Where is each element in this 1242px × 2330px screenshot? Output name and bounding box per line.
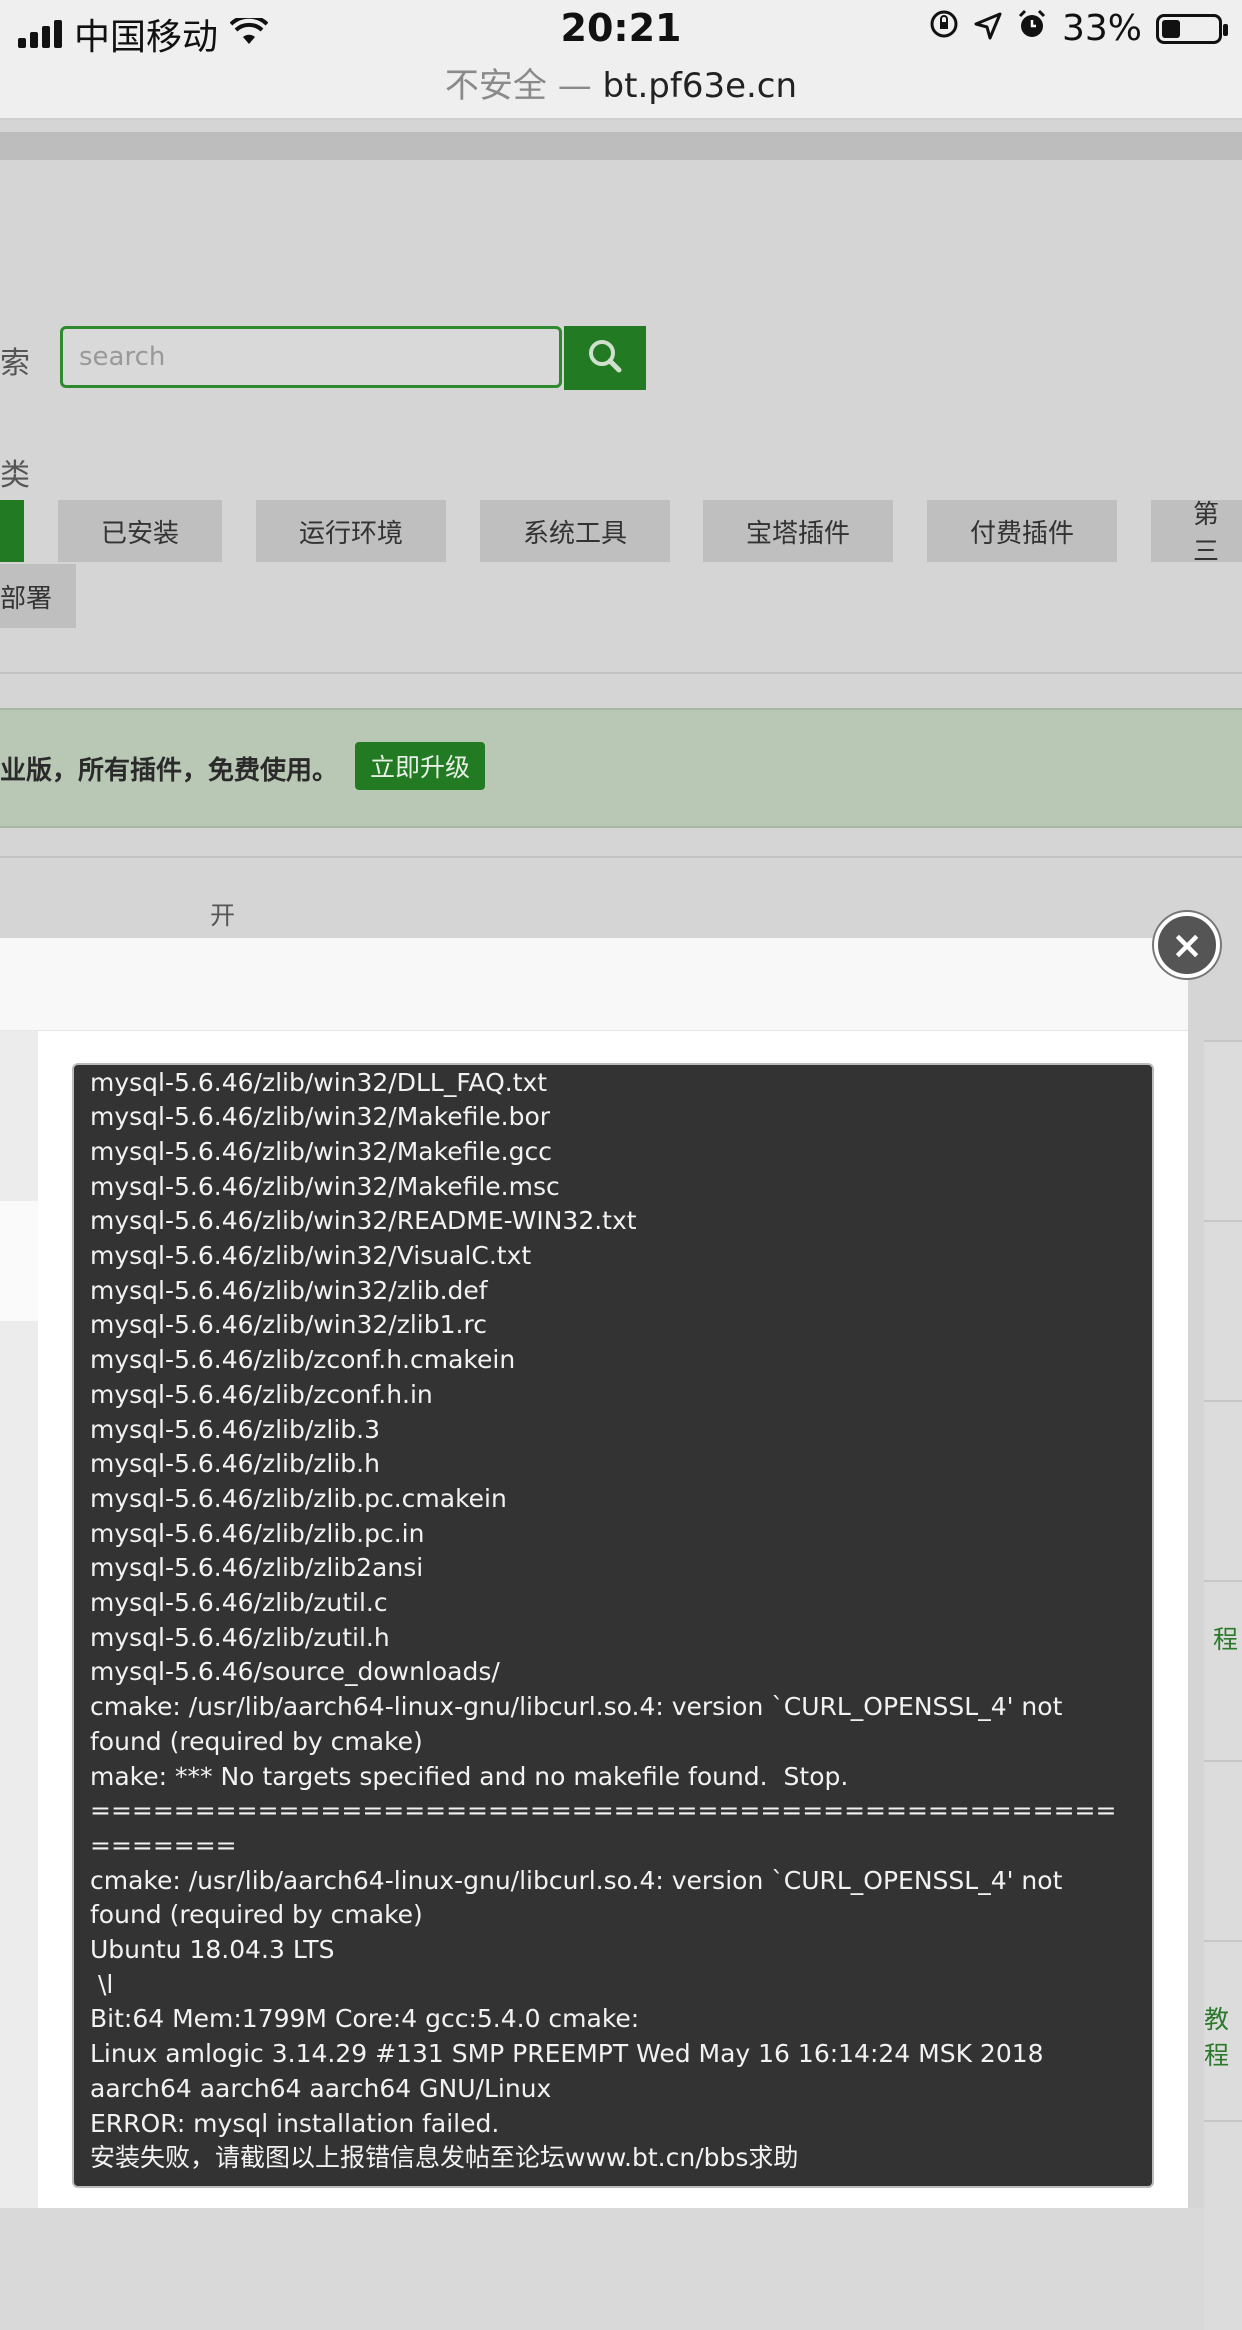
log-line: Ubuntu 18.04.3 LTS xyxy=(90,1935,335,1965)
log-content: mysql-5.6.46/zlib/watcom/watcom_f.makmys… xyxy=(90,1065,1122,2176)
log-line: ========================================… xyxy=(90,1796,1117,1860)
log-line: mysql-5.6.46/zlib/win32/Makefile.bor xyxy=(90,1102,551,1132)
upgrade-banner: 业版，所有插件，免费使用。 立即升级 xyxy=(0,708,1242,828)
log-line: ERROR: mysql installation failed. xyxy=(90,2108,500,2138)
category-tab-installed[interactable]: 已安装 xyxy=(58,500,222,562)
background-table-edge: 程 教程 xyxy=(1204,1040,1242,2330)
url-domain: bt.pf63e.cn xyxy=(602,66,798,106)
log-line: mysql-5.6.46/zlib/zconf.h.in xyxy=(90,1379,433,1409)
category-tab-bt-plugins[interactable]: 宝塔插件 xyxy=(703,500,893,562)
row-divider xyxy=(1204,1940,1242,1942)
log-line: mysql-5.6.46/zlib/zutil.h xyxy=(90,1622,390,1652)
row-link[interactable]: 教程 xyxy=(1204,2000,1238,2072)
search-lead-label: 索 xyxy=(0,346,30,381)
category-tab-system-tools[interactable]: 系统工具 xyxy=(480,500,670,562)
row-divider xyxy=(1204,2120,1242,2122)
url-separator: — xyxy=(557,66,592,106)
log-line: mysql-5.6.46/zlib/zlib.pc.in xyxy=(90,1518,425,1548)
category-tab-paid-plugins[interactable]: 付费插件 xyxy=(927,500,1117,562)
log-line: mysql-5.6.46/zlib/zlib.h xyxy=(90,1449,380,1479)
category-tab-runtime[interactable]: 运行环境 xyxy=(256,500,446,562)
log-line: mysql-5.6.46/zlib/win32/README-WIN32.txt xyxy=(90,1206,637,1236)
log-line: 安装失败，请截图以上报错信息发帖至论坛www.bt.cn/bbs求助 xyxy=(90,2143,799,2173)
row-divider xyxy=(1204,1220,1242,1222)
battery-percent: 33% xyxy=(1061,8,1142,49)
log-line: mysql-5.6.46/zlib/win32/zlib.def xyxy=(90,1275,488,1305)
search-input[interactable]: search xyxy=(60,326,562,388)
row-divider xyxy=(1204,1040,1242,1042)
background-top-strip xyxy=(0,132,1242,160)
search-button[interactable] xyxy=(564,326,646,390)
upgrade-button[interactable]: 立即升级 xyxy=(355,742,485,790)
log-line: cmake: /usr/lib/aarch64-linux-gnu/libcur… xyxy=(90,1865,1071,1930)
log-line: mysql-5.6.46/zlib/win32/zlib1.rc xyxy=(90,1310,487,1340)
log-line: mysql-5.6.46/zlib/win32/Makefile.gcc xyxy=(90,1136,552,1166)
log-line: mysql-5.6.46/zlib/win32/DLL_FAQ.txt xyxy=(90,1067,548,1097)
log-line: mysql-5.6.46/zlib/zlib2ansi xyxy=(90,1553,424,1583)
status-right: 33% xyxy=(928,8,1228,49)
log-line: mysql-5.6.46/source_downloads/ xyxy=(90,1657,500,1687)
log-line: mysql-5.6.46/zlib/zlib.3 xyxy=(90,1414,380,1444)
install-log-console[interactable]: mysql-5.6.46/zlib/watcom/watcom_f.makmys… xyxy=(72,1063,1154,2188)
status-bar: 中国移动 20:21 33% 不安全 — bt.pf63e.cn xyxy=(0,0,1242,120)
category-lead-label: 类 xyxy=(0,458,30,493)
log-line: Linux amlogic 3.14.29 #131 SMP PREEMPT W… xyxy=(90,2039,1052,2103)
location-icon xyxy=(974,8,1002,49)
alarm-icon xyxy=(1016,8,1048,49)
row-divider xyxy=(1204,1400,1242,1402)
log-line: mysql-5.6.46/zlib/win32/Makefile.msc xyxy=(90,1171,560,1201)
battery-icon xyxy=(1156,13,1228,44)
upgrade-banner-text: 业版，所有插件，免费使用。 xyxy=(0,756,339,786)
modal-title-bar xyxy=(0,938,1188,1031)
log-line: mysql-5.6.46/zlib/zutil.c xyxy=(90,1588,388,1618)
log-line: make: *** No targets specified and no ma… xyxy=(90,1761,849,1791)
url-bar[interactable]: 不安全 — bt.pf63e.cn xyxy=(0,58,1242,107)
url-insecure-label: 不安全 xyxy=(444,66,547,106)
category-tab-deploy[interactable]: 部署 xyxy=(0,564,76,628)
orientation-lock-icon xyxy=(928,8,960,49)
category-tab-all[interactable] xyxy=(0,500,24,562)
category-tab-third-party[interactable]: 第三 xyxy=(1151,500,1242,567)
log-line: Bit:64 Mem:1799M Core:4 gcc:5.4.0 cmake: xyxy=(90,2004,640,2034)
search-icon xyxy=(585,336,625,380)
log-line: \l xyxy=(90,1969,114,1999)
row-divider xyxy=(1204,1580,1242,1582)
modal-left-segment xyxy=(0,1201,38,1321)
log-line: cmake: /usr/lib/aarch64-linux-gnu/libcur… xyxy=(90,1692,1071,1756)
row-divider xyxy=(1204,1760,1242,1762)
divider xyxy=(0,672,1242,674)
close-icon[interactable]: × xyxy=(1154,912,1220,978)
log-line: mysql-5.6.46/zlib/win32/VisualC.txt xyxy=(90,1241,532,1271)
row-link[interactable]: 程 xyxy=(1213,1620,1238,1656)
divider xyxy=(0,856,1242,858)
log-line: mysql-5.6.46/zlib/zlib.pc.cmakein xyxy=(90,1483,507,1513)
log-line: mysql-5.6.46/zlib/zconf.h.cmakein xyxy=(90,1345,516,1375)
modal-left-edge xyxy=(0,1031,38,2208)
